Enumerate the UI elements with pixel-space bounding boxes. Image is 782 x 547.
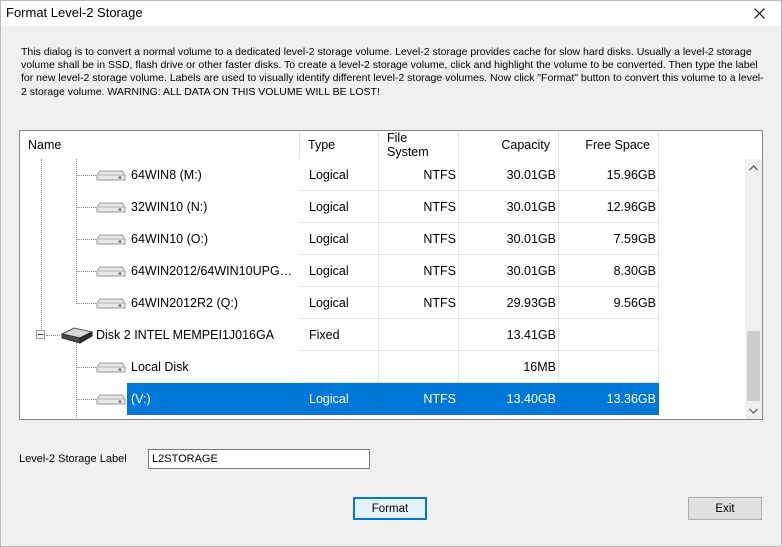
drive-icon [96, 295, 126, 316]
close-button[interactable] [736, 0, 782, 26]
row-free-space: 15.96GB [559, 159, 659, 191]
scroll-up-button[interactable] [745, 159, 762, 176]
collapse-toggle[interactable] [36, 330, 45, 339]
table-row[interactable]: 64WIN2012R2 (Q:) Logical NTFS 29.93GB 9.… [20, 287, 744, 319]
vertical-scrollbar[interactable] [745, 159, 762, 419]
row-file-system: NTFS [379, 159, 459, 191]
scroll-thumb[interactable] [747, 331, 760, 401]
exit-button[interactable]: Exit [688, 497, 762, 520]
row-free-space [559, 351, 659, 383]
row-file-system: NTFS [379, 255, 459, 287]
table-row[interactable]: 64WIN8 (M:) Logical NTFS 30.01GB 15.96GB [20, 159, 744, 191]
row-free-space: 13.36GB [559, 383, 659, 415]
drive-icon [96, 231, 126, 252]
row-name: Local Disk [131, 360, 189, 374]
drive-icon [96, 359, 126, 380]
format-button[interactable]: Format [353, 497, 427, 520]
window-title: Format Level-2 Storage [6, 5, 143, 20]
row-name: Disk 2 INTEL MEMPEI1J016GA [96, 328, 275, 342]
row-name: 64WIN8 (M:) [131, 168, 202, 182]
row-free-space: 12.96GB [559, 191, 659, 223]
row-type [300, 351, 379, 383]
column-header-file-system[interactable]: File System [379, 131, 459, 159]
row-type: Logical [300, 223, 379, 255]
dialog-body: This dialog is to convert a normal volum… [1, 26, 781, 546]
row-capacity: 30.01GB [459, 191, 559, 223]
row-type: Logical [300, 383, 379, 415]
row-capacity: 16MB [459, 351, 559, 383]
row-file-system: NTFS [379, 287, 459, 319]
title-bar: Format Level-2 Storage [0, 0, 782, 26]
volume-tree-list[interactable]: Name Type File System Capacity Free Spac… [19, 130, 763, 420]
row-free-space: 9.56GB [559, 287, 659, 319]
row-name: 64WIN2012/64WIN10UPG… [131, 264, 293, 278]
drive-icon [96, 167, 126, 188]
row-free-space: 8.30GB [559, 255, 659, 287]
row-capacity: 29.93GB [459, 287, 559, 319]
instructions-text: This dialog is to convert a normal volum… [21, 46, 764, 98]
row-name: 32WIN10 (N:) [131, 200, 208, 214]
row-free-space [559, 319, 659, 351]
chevron-down-icon [749, 408, 758, 414]
column-headers: Name Type File System Capacity Free Spac… [20, 131, 744, 159]
close-icon [753, 7, 765, 19]
table-row[interactable]: 64WIN10 (O:) Logical NTFS 30.01GB 7.59GB [20, 223, 744, 255]
column-header-type[interactable]: Type [300, 131, 379, 159]
row-capacity: 30.01GB [459, 223, 559, 255]
row-free-space: 7.59GB [559, 223, 659, 255]
scroll-down-button[interactable] [745, 402, 762, 419]
column-header-free-space[interactable]: Free Space [559, 131, 659, 159]
row-type: Logical [300, 255, 379, 287]
row-capacity: 30.01GB [459, 255, 559, 287]
row-type: Logical [300, 159, 379, 191]
row-name: 64WIN2012R2 (Q:) [131, 296, 238, 310]
drive-icon [96, 263, 126, 284]
row-type: Fixed [300, 319, 379, 351]
storage-label-caption: Level-2 Storage Label [19, 453, 127, 465]
drive-icon [96, 199, 126, 220]
row-capacity: 13.41GB [459, 319, 559, 351]
row-file-system: NTFS [379, 383, 459, 415]
storage-label-input[interactable] [148, 449, 370, 469]
column-header-capacity[interactable]: Capacity [459, 131, 559, 159]
disk-icon [60, 325, 94, 350]
table-row[interactable]: 32WIN10 (N:) Logical NTFS 30.01GB 12.96G… [20, 191, 744, 223]
column-header-name[interactable]: Name [20, 131, 300, 159]
table-row[interactable]: 64WIN2012/64WIN10UPG… Logical NTFS 30.01… [20, 255, 744, 287]
row-file-system [379, 319, 459, 351]
table-row[interactable]: Disk 2 INTEL MEMPEI1J016GA Fixed 13.41GB [20, 319, 744, 351]
row-type: Logical [300, 287, 379, 319]
row-file-system: NTFS [379, 191, 459, 223]
row-type: Logical [300, 191, 379, 223]
row-capacity: 30.01GB [459, 159, 559, 191]
row-file-system [379, 351, 459, 383]
table-row[interactable]: Local Disk 16MB [20, 351, 744, 383]
chevron-up-icon [749, 164, 758, 170]
drive-icon [96, 391, 126, 412]
row-capacity: 13.40GB [459, 383, 559, 415]
row-file-system: NTFS [379, 223, 459, 255]
table-row-selected[interactable]: (V:) Logical NTFS 13.40GB 13.36GB [20, 383, 744, 415]
row-name: 64WIN10 (O:) [131, 232, 209, 246]
row-name: (V:) [127, 383, 300, 415]
